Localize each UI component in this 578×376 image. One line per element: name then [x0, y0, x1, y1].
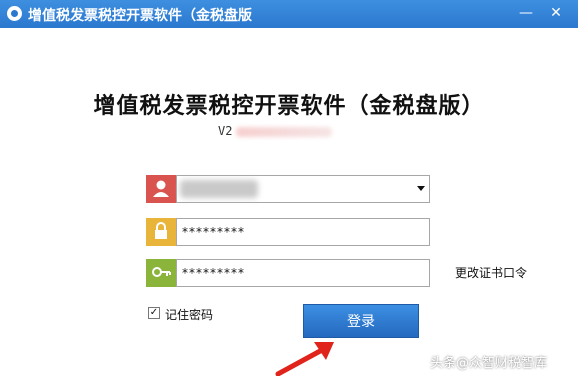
cert-password-value: *********: [182, 266, 245, 280]
cert-password-input[interactable]: *********: [176, 259, 430, 287]
redacted-username: [180, 180, 258, 198]
password-value: *********: [182, 225, 245, 239]
redacted-version: [236, 127, 332, 137]
page-title: 增值税发票税控开票软件（金税盘版）: [93, 94, 485, 119]
chevron-down-icon[interactable]: [417, 186, 425, 191]
lock-icon: [146, 218, 176, 246]
watermark: 头条@众智财税智库: [430, 356, 548, 371]
red-arrow-icon: [275, 342, 334, 376]
title-bar: 增值税发票税控开票软件（金税盘版 — ✕: [0, 0, 578, 28]
key-icon: [146, 259, 176, 287]
change-cert-password-link[interactable]: 更改证书口令: [455, 264, 527, 281]
remember-label: 记住密码: [165, 308, 214, 322]
remember-checkbox[interactable]: ✓: [148, 307, 160, 319]
password-input[interactable]: *********: [176, 218, 430, 246]
version-label: V2: [218, 124, 233, 138]
login-button[interactable]: 登录: [303, 304, 419, 338]
app-logo-icon: [7, 6, 22, 21]
close-button[interactable]: ✕: [543, 2, 569, 24]
username-select[interactable]: [176, 175, 430, 203]
user-icon: [146, 175, 176, 203]
minimize-button[interactable]: —: [513, 2, 539, 24]
window-title: 增值税发票税控开票软件（金税盘版: [28, 8, 252, 24]
